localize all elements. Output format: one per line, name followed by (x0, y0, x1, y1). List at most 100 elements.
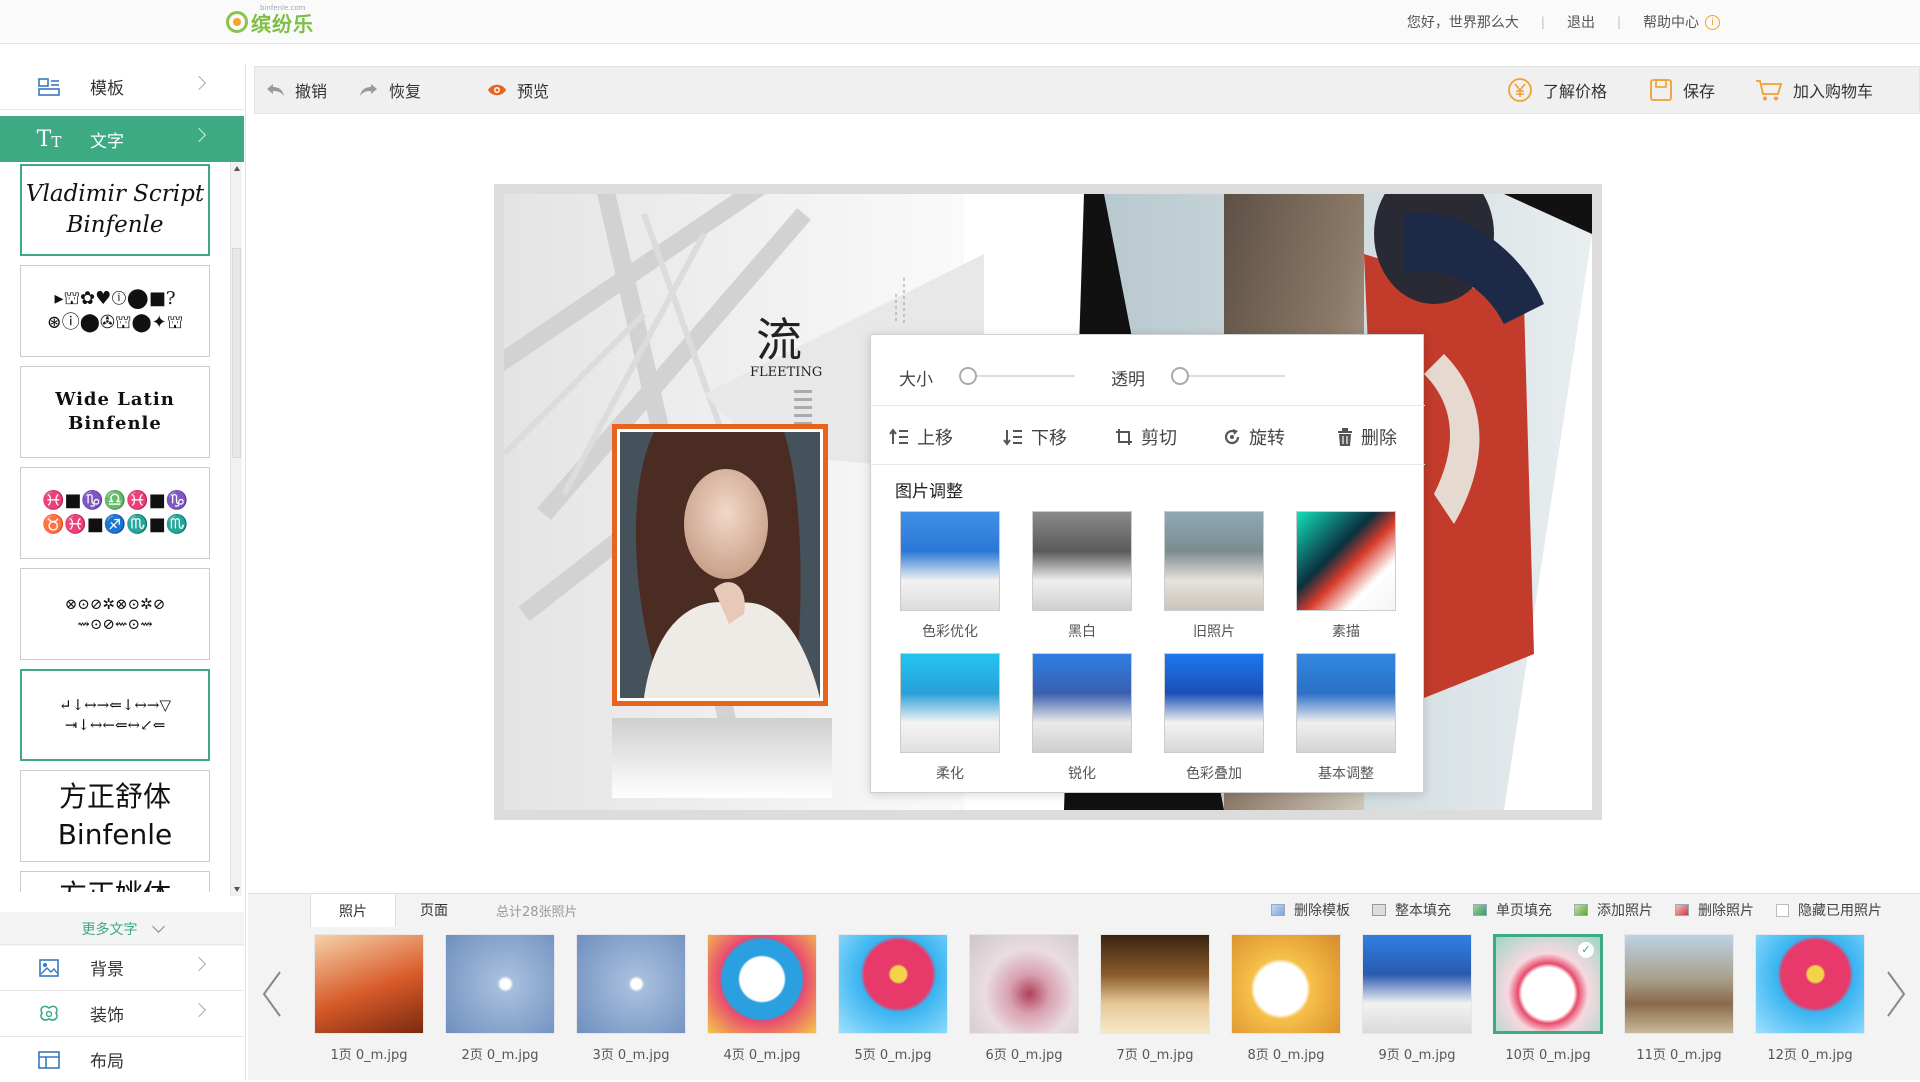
hide-used-toggle[interactable]: 隐藏已用照片 (1776, 900, 1882, 920)
opacity-slider[interactable] (1171, 367, 1285, 385)
photo-item[interactable]: 7页 0_m.jpg (1100, 934, 1210, 1063)
text-icon: TT (36, 126, 62, 152)
undo-button[interactable]: 撤销 (265, 67, 327, 113)
font-list: Vladimir Script Binfenle ▸⛫✿♥ⓘ⬤■? ⊛ⓘ⬤✇⛫⬤… (18, 164, 210, 892)
more-text-button[interactable]: 更多文字 (0, 912, 244, 946)
price-button[interactable]: 了解价格 (1507, 67, 1607, 113)
filter-old-photo[interactable]: 旧照片 (1163, 511, 1265, 641)
tab-pages[interactable]: 页面 (398, 893, 470, 927)
filter-sharpen[interactable]: 锐化 (1031, 653, 1133, 783)
filter-preview (1164, 511, 1264, 611)
filter-label: 基本调整 (1318, 766, 1374, 782)
scroll-up-icon[interactable] (234, 166, 240, 171)
font-card-zodiac[interactable]: ♓■♑♎♓■♑ ♉♓■♐♏■♏ (20, 467, 210, 559)
logout-link[interactable]: 退出 (1567, 12, 1595, 32)
filter-preview (900, 511, 1000, 611)
delete-template-button[interactable]: 删除模板 (1271, 900, 1350, 920)
filter-preview (1032, 653, 1132, 753)
scroll-thumb[interactable] (232, 248, 241, 458)
move-up-button[interactable]: 上移 (889, 424, 953, 450)
add-photo-button[interactable]: 添加照片 (1574, 900, 1653, 920)
photo-caption: 3页 0_m.jpg (592, 1048, 670, 1063)
tab-photos[interactable]: 照片 (310, 893, 396, 927)
photo-item[interactable]: 2页 0_m.jpg (445, 934, 555, 1063)
help-link[interactable]: 帮助中心 (1643, 12, 1699, 32)
image-edit-panel: 大小 透明 上移 下移 剪切 旋转 删除 图片调整 色彩优化 黑白 旧照片 素描… (870, 334, 1425, 793)
photo-item[interactable]: 5页 0_m.jpg (838, 934, 948, 1063)
photo-caption: 10页 0_m.jpg (1505, 1048, 1591, 1063)
filter-soften[interactable]: 柔化 (899, 653, 1001, 783)
size-slider-knob[interactable] (959, 367, 977, 385)
rotate-button[interactable]: 旋转 (1223, 424, 1285, 450)
photo-item[interactable]: 8页 0_m.jpg (1231, 934, 1341, 1063)
photo-item-selected[interactable]: ✓ 10页 0_m.jpg (1493, 934, 1603, 1063)
move-down-button[interactable]: 下移 (1003, 424, 1067, 450)
sidebar-item-layout[interactable]: 布局 (0, 1036, 244, 1082)
logo[interactable]: 缤纷乐 binfenle.com (226, 4, 314, 36)
filter-black-white[interactable]: 黑白 (1031, 511, 1133, 641)
opacity-slider-knob[interactable] (1171, 367, 1189, 385)
template-icon (38, 77, 60, 96)
delete-photo-button[interactable]: 删除照片 (1675, 900, 1754, 920)
filter-preview (1296, 653, 1396, 753)
font-card-fangzheng-yaoti[interactable]: 方正姚体 (20, 871, 210, 892)
font-card-wide-latin[interactable]: Wide Latin Binfenle (20, 366, 210, 458)
sidebar-item-template[interactable]: 模板 (0, 64, 244, 110)
info-icon[interactable]: i (1705, 14, 1720, 30)
photo-item[interactable]: 11页 0_m.jpg (1624, 934, 1734, 1063)
preview-button[interactable]: 预览 (487, 67, 549, 113)
font-sample: Vladimir Script (25, 180, 205, 207)
font-list-scrollbar[interactable] (230, 162, 242, 896)
filter-color-overlay[interactable]: 色彩叠加 (1163, 653, 1265, 783)
chevron-right-icon (191, 956, 207, 972)
rotate-icon (1224, 429, 1240, 445)
photo-item[interactable]: 3页 0_m.jpg (576, 934, 686, 1063)
font-card-vladimir[interactable]: Vladimir Script Binfenle (20, 164, 210, 256)
photo-item[interactable]: 12页 0_m.jpg (1755, 934, 1865, 1063)
move-down-icon (1003, 430, 1022, 446)
fill-book-button[interactable]: 整本填充 (1372, 900, 1451, 920)
crop-label: 剪切 (1141, 428, 1177, 449)
save-button[interactable]: 保存 (1649, 67, 1715, 113)
font-sample: ⊛ⓘ⬤✇⛫⬤✦⛫ (46, 312, 184, 333)
hide-used-checkbox[interactable] (1776, 903, 1789, 917)
sidebar-item-decoration[interactable]: 装饰 (0, 990, 244, 1036)
photo-thumbnail (1100, 934, 1210, 1034)
delete-template-icon (1271, 904, 1285, 916)
filter-color-optimize[interactable]: 色彩优化 (899, 511, 1001, 641)
filter-preview (1296, 511, 1396, 611)
sidebar-item-label: 背景 (90, 960, 124, 980)
delete-photo-label: 删除照片 (1698, 903, 1754, 919)
font-card-symbols[interactable]: ▸⛫✿♥ⓘ⬤■? ⊛ⓘ⬤✇⛫⬤✦⛫ (20, 265, 210, 357)
font-card-fangzheng-shuti[interactable]: 方正舒体 Binfenle (20, 770, 210, 862)
crop-button[interactable]: 剪切 (1115, 424, 1177, 450)
tray-next-arrow[interactable] (1884, 970, 1908, 1018)
sidebar-item-label: 布局 (90, 1052, 124, 1072)
redo-label: 恢复 (389, 82, 422, 101)
tray-prev-arrow[interactable] (260, 970, 284, 1018)
photo-item[interactable]: 4页 0_m.jpg (707, 934, 817, 1063)
redo-button[interactable]: 恢复 (359, 67, 421, 113)
divider: | (1616, 15, 1621, 29)
add-to-cart-button[interactable]: 加入购物车 (1755, 67, 1873, 113)
photo-item[interactable]: 9页 0_m.jpg (1362, 934, 1472, 1063)
font-card-arrows[interactable]: ↵↓↔→⇐↓↔→▽ ⇥↓↔←⇐↔↙⇐ (20, 669, 210, 761)
filter-basic-adjust[interactable]: 基本调整 (1295, 653, 1397, 783)
font-sample: Binfenle (57, 818, 173, 851)
add-photo-icon (1574, 904, 1588, 916)
scroll-down-icon[interactable] (234, 887, 240, 892)
photo-thumbnail (445, 934, 555, 1034)
photo-caption: 12页 0_m.jpg (1767, 1048, 1853, 1063)
photo-caption: 5页 0_m.jpg (854, 1048, 932, 1063)
font-card-ornaments[interactable]: ⊗⊙⊘✲⊗⊙✲⊘ ⇝⊙⊘⇜⊙⇝ (20, 568, 210, 660)
opacity-label: 透明 (1111, 370, 1145, 390)
photo-item[interactable]: 1页 0_m.jpg (314, 934, 424, 1063)
check-icon: ✓ (1578, 942, 1594, 958)
photo-item[interactable]: 6页 0_m.jpg (969, 934, 1079, 1063)
sidebar-item-text[interactable]: TT 文字 (0, 116, 244, 162)
sidebar-item-background[interactable]: 背景 (0, 944, 244, 990)
size-slider[interactable] (959, 367, 1075, 385)
fill-page-button[interactable]: 单页填充 (1473, 900, 1552, 920)
delete-button[interactable]: 删除 (1337, 424, 1397, 450)
filter-sketch[interactable]: 素描 (1295, 511, 1397, 641)
